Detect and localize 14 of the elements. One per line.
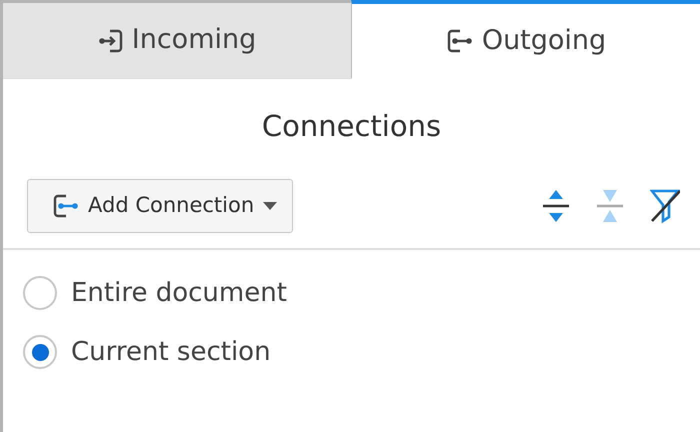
sign-out-icon	[446, 28, 474, 54]
caret-icon	[262, 200, 278, 210]
add-connection-button[interactable]: Add Connection	[27, 178, 294, 232]
radio-button[interactable]	[23, 276, 57, 310]
sign-out-icon	[52, 192, 80, 218]
radio-button[interactable]	[23, 335, 57, 369]
panel-title: Connections	[260, 108, 442, 145]
tab[interactable]: Incoming	[3, 0, 351, 79]
expand-button[interactable]	[542, 188, 572, 224]
radio-label[interactable]: Entire document	[71, 274, 287, 312]
tab[interactable]: Outgoing	[351, 0, 700, 79]
radio-label[interactable]: Current section	[71, 332, 271, 372]
clear-filter-button[interactable]	[650, 188, 680, 224]
sign-in-icon	[98, 28, 124, 54]
